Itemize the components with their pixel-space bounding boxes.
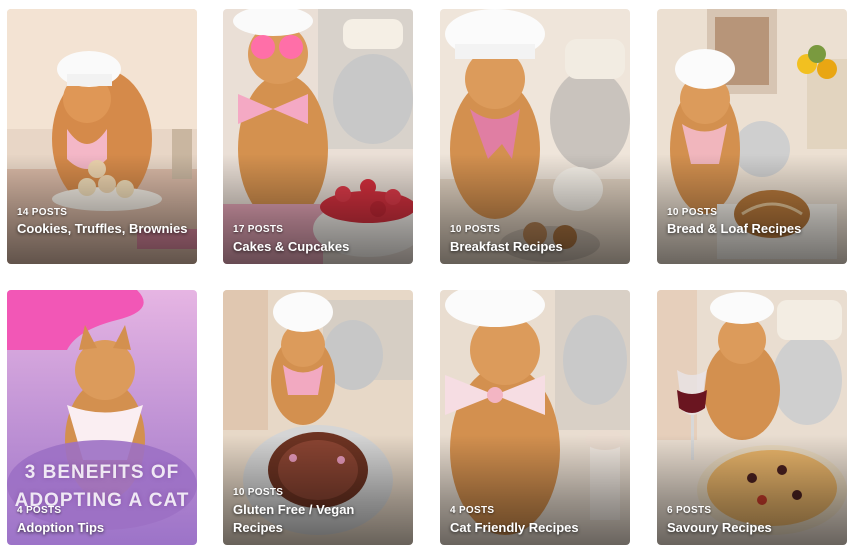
post-count: 6 POSTS	[667, 505, 712, 516]
board-title: Cookies, Truffles, Brownies	[17, 221, 188, 236]
post-count: 10 POSTS	[233, 487, 284, 498]
board-card-bread[interactable]: 10 POSTS Bread & Loaf Recipes	[657, 9, 847, 264]
image-overlay-text: 3 BENEFITS OF	[24, 462, 180, 483]
board-title: Breakfast Recipes	[450, 239, 563, 254]
board-title: Adoption Tips	[17, 520, 105, 535]
board-card-savoury[interactable]: 6 POSTS Savoury Recipes	[657, 290, 847, 545]
board-title: Bread & Loaf Recipes	[667, 221, 802, 236]
post-count: 10 POSTS	[450, 224, 501, 235]
post-count: 4 POSTS	[17, 505, 62, 516]
board-card-gluten-free[interactable]: 10 POSTS Gluten Free / Vegan Recipes	[223, 290, 413, 545]
board-card-adoption[interactable]: 3 BENEFITS OF ADOPTING A CAT 4 POSTS Ado…	[7, 290, 197, 545]
post-count: 4 POSTS	[450, 505, 495, 516]
board-title: Cat Friendly Recipes	[450, 520, 579, 535]
board-title: Cakes & Cupcakes	[233, 239, 350, 254]
post-count: 10 POSTS	[667, 207, 718, 218]
post-count: 14 POSTS	[17, 207, 68, 218]
board-card-cakes[interactable]: 17 POSTS Cakes & Cupcakes	[223, 9, 413, 264]
board-card-cookies[interactable]: 14 POSTS Cookies, Truffles, Brownies	[7, 9, 197, 264]
post-count: 17 POSTS	[233, 224, 284, 235]
board-title: Gluten Free / Vegan Recipes	[233, 502, 355, 535]
board-card-breakfast[interactable]: 10 POSTS Breakfast Recipes	[440, 9, 630, 264]
board-card-cat-friendly[interactable]: 4 POSTS Cat Friendly Recipes	[440, 290, 630, 545]
board-title: Savoury Recipes	[667, 520, 772, 535]
